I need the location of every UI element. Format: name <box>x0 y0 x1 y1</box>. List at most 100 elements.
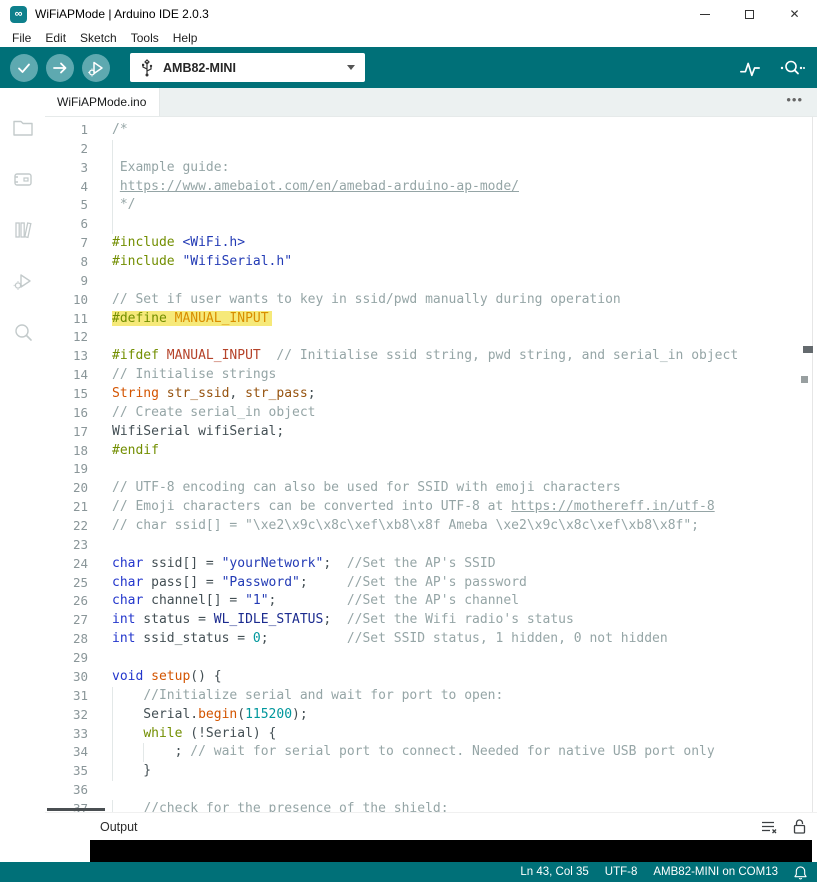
encoding[interactable]: UTF-8 <box>605 866 638 878</box>
close-button[interactable]: ✕ <box>772 0 817 28</box>
code-line[interactable] <box>112 781 817 800</box>
sidebar-item-sketchbook[interactable] <box>0 102 45 153</box>
code-line[interactable]: #define MANUAL_INPUT <box>112 310 817 329</box>
line-number[interactable]: 4 <box>45 178 100 197</box>
line-number[interactable]: 28 <box>45 630 100 649</box>
menu-item-sketch[interactable]: Sketch <box>73 31 124 45</box>
tab-wifiapmode-ino[interactable]: WiFiAPMode.ino <box>45 88 160 116</box>
sidebar-item-search[interactable] <box>0 306 45 357</box>
code-line[interactable]: int status = WL_IDLE_STATUS; //Set the W… <box>112 611 817 630</box>
menu-item-file[interactable]: File <box>5 31 38 45</box>
code-line[interactable]: // Create serial_in object <box>112 404 817 423</box>
line-number[interactable]: 27 <box>45 611 100 630</box>
lock-icon[interactable] <box>792 818 807 835</box>
line-number[interactable]: 15 <box>45 385 100 404</box>
line-number[interactable]: 11 <box>45 310 100 329</box>
output-console[interactable] <box>90 840 812 862</box>
sidebar-item-library-manager[interactable] <box>0 204 45 255</box>
code-line[interactable]: String str_ssid, str_pass; <box>112 385 817 404</box>
code-line[interactable]: // Initialise strings <box>112 366 817 385</box>
code-editor[interactable]: 1234567891011121314151617181920212223242… <box>45 117 817 812</box>
horizontal-scrollbar[interactable] <box>47 808 105 811</box>
line-number[interactable]: 17 <box>45 423 100 442</box>
code-line[interactable]: // Emoji characters can be converted int… <box>112 498 817 517</box>
line-number[interactable]: 6 <box>45 215 100 234</box>
line-number[interactable]: 25 <box>45 574 100 593</box>
code-line[interactable]: https://www.amebaiot.com/en/amebad-ardui… <box>112 178 817 197</box>
code-line[interactable]: */ <box>112 196 817 215</box>
code-line[interactable]: // Set if user wants to key in ssid/pwd … <box>112 291 817 310</box>
debug-button[interactable] <box>82 54 110 82</box>
line-number[interactable]: 9 <box>45 272 100 291</box>
line-number[interactable]: 18 <box>45 442 100 461</box>
gutter[interactable]: 1234567891011121314151617181920212223242… <box>45 117 100 812</box>
board-port-status[interactable]: AMB82-MINI on COM13 <box>653 866 778 878</box>
line-number[interactable]: 31 <box>45 687 100 706</box>
code-line[interactable]: // UTF-8 encoding can also be used for S… <box>112 479 817 498</box>
line-number[interactable]: 32 <box>45 706 100 725</box>
code-line[interactable]: Example guide: <box>112 159 817 178</box>
code-line[interactable] <box>112 536 817 555</box>
code-line[interactable]: #include "WifiSerial.h" <box>112 253 817 272</box>
code-line[interactable]: ; // wait for serial port to connect. Ne… <box>112 743 817 762</box>
code-line[interactable]: char pass[] = "Password"; //Set the AP's… <box>112 574 817 593</box>
menu-item-tools[interactable]: Tools <box>124 31 166 45</box>
line-number[interactable]: 20 <box>45 479 100 498</box>
line-number[interactable]: 12 <box>45 328 100 347</box>
line-number[interactable]: 26 <box>45 592 100 611</box>
line-number[interactable]: 1 <box>45 121 100 140</box>
code-line[interactable]: //Initialize serial and wait for port to… <box>112 687 817 706</box>
cursor-position[interactable]: Ln 43, Col 35 <box>520 866 588 878</box>
code-line[interactable]: #include <WiFi.h> <box>112 234 817 253</box>
line-number[interactable]: 29 <box>45 649 100 668</box>
code-line[interactable]: //check for the presence of the shield: <box>112 800 817 812</box>
overview-ruler[interactable] <box>812 117 817 812</box>
menu-item-help[interactable]: Help <box>166 31 205 45</box>
code-line[interactable]: int ssid_status = 0; //Set SSID status, … <box>112 630 817 649</box>
clear-output-icon[interactable] <box>760 819 778 835</box>
sidebar-item-boards-manager[interactable] <box>0 153 45 204</box>
code-line[interactable] <box>112 649 817 668</box>
line-number[interactable]: 7 <box>45 234 100 253</box>
line-number[interactable]: 30 <box>45 668 100 687</box>
code-line[interactable]: Serial.begin(115200); <box>112 706 817 725</box>
code-line[interactable] <box>112 215 817 234</box>
line-number[interactable]: 36 <box>45 781 100 800</box>
line-number[interactable]: 35 <box>45 762 100 781</box>
line-number[interactable]: 34 <box>45 743 100 762</box>
code-line[interactable] <box>112 272 817 291</box>
maximize-button[interactable] <box>727 0 772 28</box>
code-line[interactable]: while (!Serial) { <box>112 725 817 744</box>
code-line[interactable]: #endif <box>112 442 817 461</box>
line-number[interactable]: 14 <box>45 366 100 385</box>
line-number[interactable]: 16 <box>45 404 100 423</box>
line-number[interactable]: 33 <box>45 725 100 744</box>
line-number[interactable]: 10 <box>45 291 100 310</box>
line-number[interactable]: 19 <box>45 460 100 479</box>
line-number[interactable]: 5 <box>45 196 100 215</box>
notification-bell-icon[interactable] <box>794 865 807 880</box>
code-line[interactable]: char ssid[] = "yourNetwork"; //Set the A… <box>112 555 817 574</box>
code-line[interactable] <box>112 328 817 347</box>
code-line[interactable]: // char ssid[] = "\xe2\x9c\x8c\xef\xb8\x… <box>112 517 817 536</box>
code-line[interactable]: void setup() { <box>112 668 817 687</box>
minimize-button[interactable] <box>682 0 727 28</box>
line-number[interactable]: 3 <box>45 159 100 178</box>
code-line[interactable] <box>112 140 817 159</box>
upload-button[interactable] <box>46 54 74 82</box>
code-line[interactable]: char channel[] = "1"; //Set the AP's cha… <box>112 592 817 611</box>
line-number[interactable]: 2 <box>45 140 100 159</box>
menu-item-edit[interactable]: Edit <box>38 31 73 45</box>
tab-overflow-menu[interactable]: ••• <box>786 92 803 107</box>
line-number[interactable]: 8 <box>45 253 100 272</box>
code-line[interactable]: WifiSerial wifiSerial; <box>112 423 817 442</box>
line-number[interactable]: 21 <box>45 498 100 517</box>
verify-button[interactable] <box>10 54 38 82</box>
line-number[interactable]: 13 <box>45 347 100 366</box>
code-lines[interactable]: /* Example guide: https://www.amebaiot.c… <box>112 117 817 812</box>
code-line[interactable] <box>112 460 817 479</box>
sidebar-item-debug[interactable] <box>0 255 45 306</box>
code-line[interactable]: /* <box>112 121 817 140</box>
line-number[interactable]: 24 <box>45 555 100 574</box>
line-number[interactable]: 23 <box>45 536 100 555</box>
